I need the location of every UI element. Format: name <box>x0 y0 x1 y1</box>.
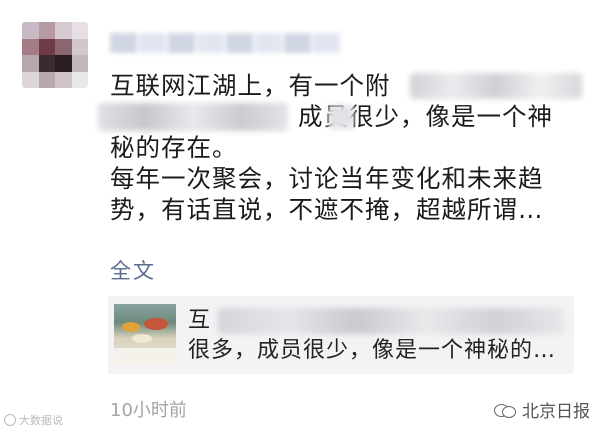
post-timestamp: 10小时前 <box>110 400 187 421</box>
blur-patch <box>98 103 288 131</box>
post-line-5: 势，有话直说，不遮不掩，超越所谓… <box>110 194 590 225</box>
moments-post: 互联网江湖上，有一个附 成员很少，像是一个神 秘的存在。 每年一次聚会，讨论当年… <box>0 0 600 434</box>
post-line-5-text: 势，有话直说，不遮不掩，超越所谓… <box>110 195 544 224</box>
watermark-right: 北京日报 <box>494 397 590 422</box>
blur-patch <box>328 105 354 129</box>
link-card-line-1: 互 <box>188 308 212 333</box>
link-thumbnail <box>114 304 176 366</box>
post-line-2: 成员很少，像是一个神 <box>98 101 590 132</box>
watermark-logo-icon <box>4 414 16 426</box>
post-line-1: 互联网江湖上，有一个附 <box>110 70 590 101</box>
post-line-4: 每年一次聚会，讨论当年变化和未来趋 <box>110 163 590 194</box>
full-text-link[interactable]: 全文 <box>110 255 156 285</box>
link-card-line-2: 很多，成员很少，像是一个神秘的… <box>188 338 557 363</box>
post-text: 互联网江湖上，有一个附 成员很少，像是一个神 秘的存在。 每年一次聚会，讨论当年… <box>98 70 590 225</box>
watermark-right-text: 北京日报 <box>522 402 590 422</box>
post-line-3-text: 秘的存在。 <box>110 133 238 162</box>
avatar[interactable] <box>22 22 88 88</box>
blur-patch <box>218 308 564 334</box>
watermark-left-text: 大数据说 <box>19 414 63 427</box>
link-card-text: 互 很多，成员很少，像是一个神秘的… <box>188 306 566 366</box>
post-line-3: 秘的存在。 <box>110 132 590 163</box>
post-line-1-text: 互联网江湖上，有一个附 <box>110 71 391 100</box>
shared-link-card[interactable]: 互 很多，成员很少，像是一个神秘的… <box>108 296 574 374</box>
username-blurred[interactable] <box>110 33 340 53</box>
watermark-left: 大数据说 <box>4 412 63 428</box>
blur-patch <box>410 73 582 99</box>
post-line-4-text: 每年一次聚会，讨论当年变化和未来趋 <box>110 164 544 193</box>
wechat-bubbles-icon <box>494 402 516 418</box>
